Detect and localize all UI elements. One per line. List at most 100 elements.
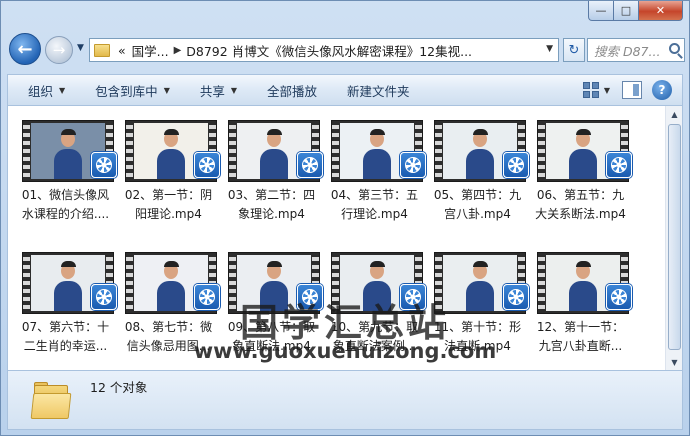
file-name-line: 阳理论.mp4 [135, 207, 202, 221]
media-player-icon [297, 152, 323, 178]
presenter-figure [260, 281, 288, 311]
search-input[interactable]: 搜索 D87... [587, 38, 685, 62]
file-name: 07、第六节：十 二生肖的幸运... [14, 318, 117, 356]
include-in-library-menu[interactable]: 包含到库中 ▼ [95, 81, 170, 100]
share-label: 共享 [199, 83, 225, 99]
file-item[interactable]: 12、第十一节： 九宫八卦直断... [529, 248, 632, 364]
toolbar-right-group: ▼ ? [582, 80, 672, 100]
file-name-line: 07、第六节：十 [21, 320, 110, 334]
media-player-icon [400, 284, 426, 310]
film-strip-edge [23, 121, 30, 181]
search-icon[interactable] [669, 43, 680, 54]
back-arrow-icon: ← [17, 38, 33, 60]
file-name: 01、微信头像风 水课程的介绍.... [14, 186, 117, 224]
minimize-button[interactable]: — [588, 1, 614, 21]
share-menu[interactable]: 共享 ▼ [200, 81, 237, 100]
file-item[interactable]: 09、第八节：取 象直断法.mp4 [220, 248, 323, 364]
media-player-icon [194, 284, 220, 310]
chevron-down-icon: ▼ [59, 85, 66, 95]
file-item[interactable]: 06、第五节：九 大关系断法.mp4 [529, 116, 632, 232]
refresh-icon: ↻ [568, 42, 580, 58]
file-name: 04、第三节：五 行理论.mp4 [323, 186, 426, 224]
presenter-figure [54, 281, 82, 311]
media-player-icon [606, 152, 632, 178]
file-name: 06、第五节：九 大关系断法.mp4 [529, 186, 632, 224]
vertical-scrollbar[interactable]: ▲ ▼ [665, 106, 682, 370]
file-name-line: 03、第二节：四 [227, 188, 316, 202]
breadcrumb-item-current[interactable]: D8792 肖博文《微信头像风水解密课程》12集视... [186, 41, 472, 60]
media-player-icon [297, 284, 323, 310]
chevron-down-icon: ▼ [230, 85, 238, 95]
file-item[interactable]: 01、微信头像风 水课程的介绍.... [14, 116, 117, 232]
organize-label: 组织 [28, 83, 54, 99]
film-strip-edge [332, 121, 339, 181]
address-dropdown-icon[interactable]: ▼ [546, 44, 553, 54]
change-view-icon[interactable] [582, 81, 600, 99]
recent-pages-dropdown[interactable]: ▼ [77, 43, 84, 53]
address-bar[interactable]: « 国学... ▶ D8792 肖博文《微信头像风水解密课程》12集视... ▼ [89, 38, 559, 62]
media-player-icon [91, 284, 117, 310]
breadcrumb-separator-icon[interactable]: ▶ [174, 45, 182, 56]
file-item[interactable]: 10、第九节：取 象直断法案例... [323, 248, 426, 364]
file-name-line: 行理论.mp4 [341, 207, 408, 221]
breadcrumb-overflow[interactable]: « [118, 43, 126, 58]
search-placeholder: 搜索 D87... [594, 43, 661, 59]
preview-pane-icon[interactable] [622, 81, 642, 99]
breadcrumb-item-guoxue[interactable]: 国学... [132, 41, 169, 60]
item-count: 12 个对象 [90, 380, 148, 395]
file-item[interactable]: 05、第四节：九 宫八卦.mp4 [426, 116, 529, 232]
view-options-dropdown-icon[interactable]: ▼ [604, 86, 610, 95]
file-item[interactable]: 11、第十节：形 法直断.mp4 [426, 248, 529, 364]
file-item[interactable]: 03、第二节：四 象理论.mp4 [220, 116, 323, 232]
film-strip-edge [538, 121, 545, 181]
close-button[interactable]: ✕ [639, 1, 683, 21]
film-strip-edge [229, 253, 236, 313]
forward-button[interactable]: → [45, 36, 73, 64]
new-folder-label: 新建文件夹 [347, 83, 410, 99]
file-name-line: 大关系断法.mp4 [535, 207, 626, 221]
scroll-down-icon[interactable]: ▼ [667, 354, 682, 370]
film-strip-edge [23, 253, 30, 313]
presenter-figure [569, 281, 597, 311]
film-strip-edge [435, 121, 442, 181]
file-name-line: 12、第十一节： [536, 320, 625, 334]
refresh-button[interactable]: ↻ [563, 38, 585, 62]
file-name-line: 象理论.mp4 [238, 207, 305, 221]
file-name: 02、第一节：阴 阳理论.mp4 [117, 186, 220, 224]
file-item[interactable]: 07、第六节：十 二生肖的幸运... [14, 248, 117, 364]
new-folder-button[interactable]: 新建文件夹 [347, 81, 410, 100]
back-button[interactable]: ← [9, 33, 41, 65]
maximize-button[interactable]: □ [614, 1, 639, 21]
file-item[interactable]: 08、第七节：微 信头像忌用图... [117, 248, 220, 364]
forward-arrow-icon: → [52, 41, 66, 59]
file-item[interactable]: 04、第三节：五 行理论.mp4 [323, 116, 426, 232]
file-grid: 01、微信头像风 水课程的介绍.... 02、第一节：阴 阳理论.mp4 03、第二节：… [14, 116, 632, 364]
help-icon[interactable]: ? [652, 80, 672, 100]
play-all-button[interactable]: 全部播放 [267, 81, 317, 100]
presenter-figure [363, 149, 391, 179]
presenter-figure [157, 281, 185, 311]
file-name-line: 01、微信头像风 [21, 188, 110, 202]
scroll-up-icon[interactable]: ▲ [667, 106, 682, 122]
file-item[interactable]: 02、第一节：阴 阳理论.mp4 [117, 116, 220, 232]
file-name: 09、第八节：取 象直断法.mp4 [220, 318, 323, 356]
play-all-label: 全部播放 [267, 83, 318, 99]
file-name: 10、第九节：取 象直断法案例... [323, 318, 426, 356]
presenter-figure [54, 149, 82, 179]
scrollbar-thumb[interactable] [668, 124, 681, 350]
media-player-icon [503, 152, 529, 178]
command-toolbar: 组织 ▼ 包含到库中 ▼ 共享 ▼ 全部播放 新建文件夹 ▼ ? [7, 74, 683, 106]
folder-icon [94, 43, 110, 57]
organize-menu[interactable]: 组织 ▼ [28, 81, 65, 100]
presenter-figure [260, 149, 288, 179]
file-name-line: 04、第三节：五 [330, 188, 419, 202]
file-name: 05、第四节：九 宫八卦.mp4 [426, 186, 529, 224]
file-name: 11、第十节：形 法直断.mp4 [426, 318, 529, 356]
chevron-down-icon: ▼ [163, 85, 170, 95]
file-name-line: 08、第七节：微 [124, 320, 213, 334]
media-player-icon [400, 152, 426, 178]
film-strip-edge [229, 121, 236, 181]
media-player-icon [194, 152, 220, 178]
details-pane: 12 个对象 [7, 370, 683, 430]
file-name-line: 象直断法.mp4 [232, 339, 311, 353]
